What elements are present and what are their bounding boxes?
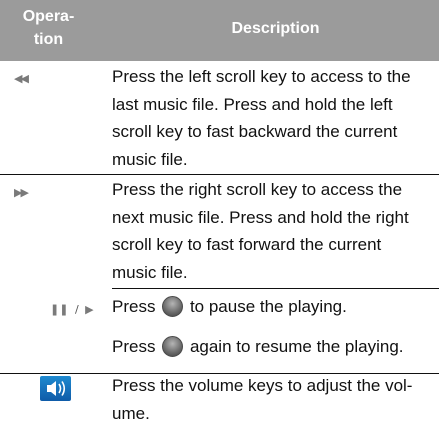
volume-icon (40, 376, 71, 401)
description-line: Press the volume keys to adjust the vol- (112, 372, 437, 400)
operation-table: Opera- tion Description ◀◀ Press the lef… (0, 0, 439, 421)
table-row: ◀◀ Press the left scroll key to access t… (0, 62, 439, 172)
op-cell: ❚❚ / ▶ (0, 289, 97, 374)
description-line: scroll key to fast forward the current (112, 231, 437, 259)
center-key-icon (162, 296, 183, 317)
fast-forward-icon: ▶▶ (14, 186, 27, 199)
op-cell: ◀◀ (0, 62, 97, 172)
center-key-icon (162, 336, 183, 357)
pause-icon: ❚❚ (50, 303, 68, 316)
description-line: Press again to resume the playing. (112, 333, 437, 361)
row-description: Press to pause the playing. Press again … (112, 293, 437, 361)
description-line: Press the left scroll key to access to t… (112, 63, 437, 91)
description-line: next music file. Press and hold the righ… (112, 204, 437, 232)
table-row: Press the volume keys to adjust the vol-… (0, 374, 439, 421)
description-line: last music file. Press and hold the left (112, 91, 437, 119)
row-description: Press the left scroll key to access to t… (112, 63, 437, 173)
description-line: music file. (112, 259, 437, 287)
description-line: ume. (112, 400, 437, 427)
header-operation-line2: tion (34, 31, 63, 48)
separator: / (75, 303, 79, 316)
description-line: Press the right scroll key to access the (112, 176, 437, 204)
press-text: Press (112, 297, 155, 316)
table-row: ❚❚ / ▶ Press to pause the playing. Press… (0, 289, 439, 374)
rewind-icon: ◀◀ (14, 72, 27, 85)
row-description: Press the volume keys to adjust the vol-… (112, 372, 437, 427)
row-description: Press the right scroll key to access the… (112, 176, 437, 286)
pause-text: to pause the playing. (190, 297, 347, 316)
play-icon: ▶ (85, 303, 93, 316)
op-cell: ▶▶ (0, 175, 97, 287)
description-line: music file. (112, 146, 437, 174)
table-row: ▶▶ Press the right scroll key to access … (0, 175, 439, 287)
play-pause-icon: ❚❚ / ▶ (50, 303, 94, 316)
resume-text: again to resume the playing. (190, 337, 404, 356)
description-line: Press to pause the playing. (112, 293, 437, 321)
press-text: Press (112, 337, 155, 356)
header-operation: Opera- tion (0, 5, 97, 51)
table-header: Opera- tion Description (0, 0, 439, 61)
header-description: Description (112, 19, 439, 39)
description-line: scroll key to fast backward the current (112, 118, 437, 146)
op-cell (0, 374, 97, 421)
header-operation-line1: Opera- (23, 8, 75, 25)
